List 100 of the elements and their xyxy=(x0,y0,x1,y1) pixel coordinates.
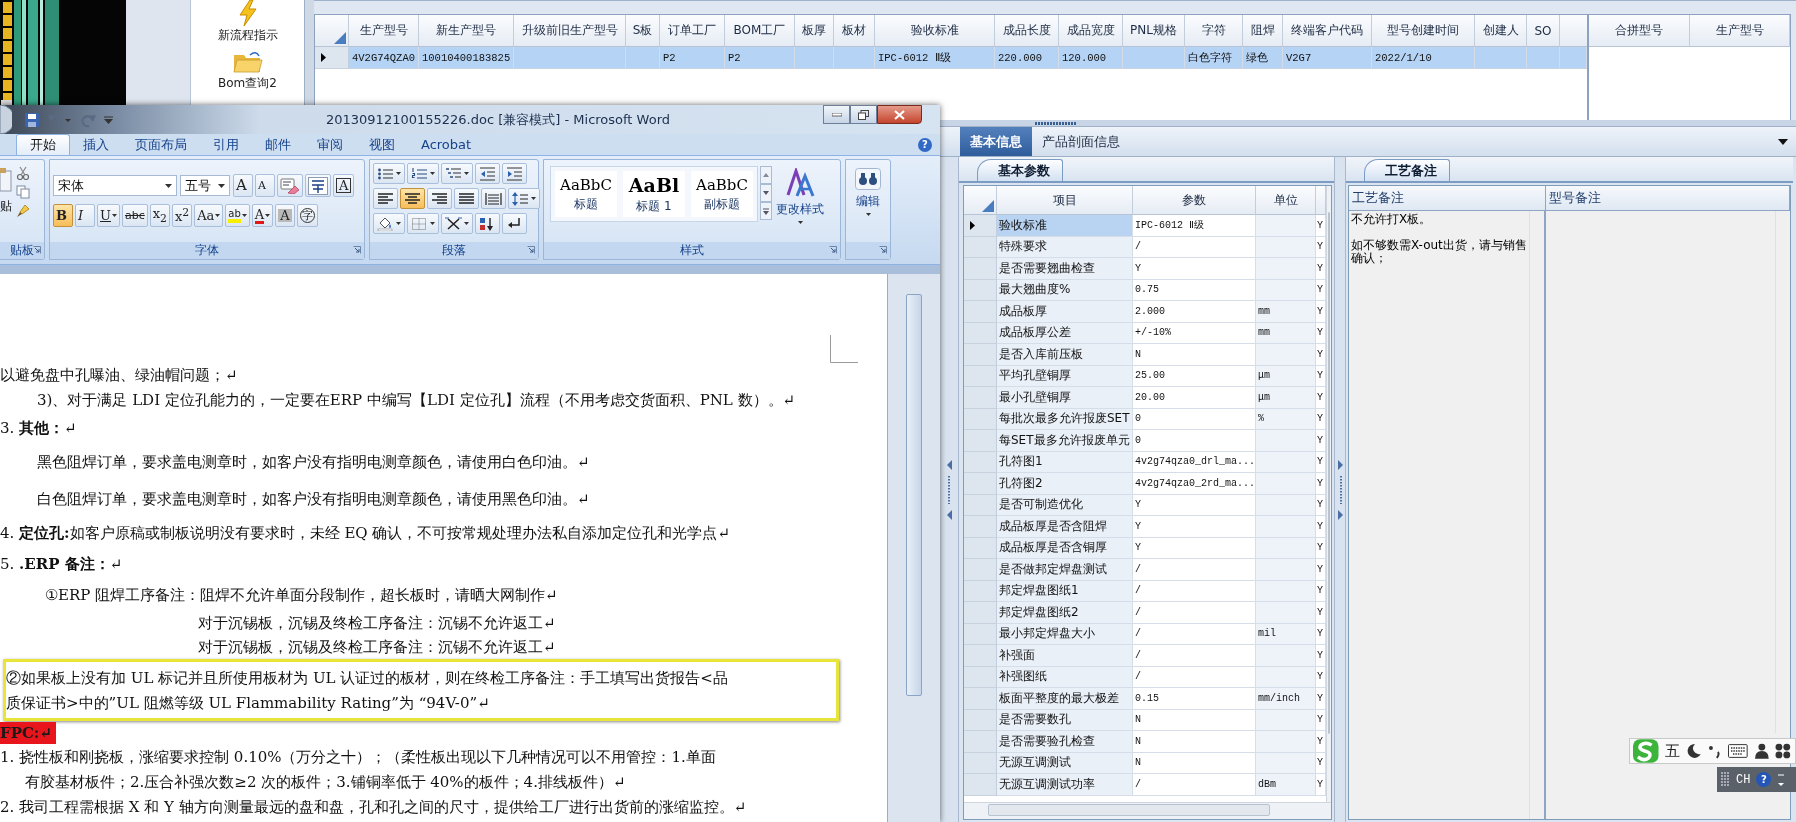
column-header[interactable]: 升级前旧生产型号 xyxy=(514,15,626,47)
column-header[interactable]: 合拼型号 xyxy=(1589,15,1690,47)
scissors-icon[interactable] xyxy=(16,166,30,180)
dialog-launcher-icon[interactable] xyxy=(829,246,837,254)
row-header[interactable] xyxy=(964,215,997,237)
ribbon-tab[interactable]: 邮件 xyxy=(252,134,304,155)
multilevel-list-button[interactable] xyxy=(441,163,473,184)
s-logo-icon[interactable] xyxy=(1632,738,1660,764)
clover-icon[interactable] xyxy=(1775,743,1791,759)
ribbon-tab[interactable]: 引用 xyxy=(200,134,252,155)
copy-icon[interactable] xyxy=(16,185,30,199)
input-mode-button[interactable]: 五 xyxy=(1665,741,1681,761)
ribbon-tab[interactable]: 插入 xyxy=(70,134,122,155)
column-header[interactable]: 新生产型号 xyxy=(419,15,514,47)
subscript-button[interactable]: x$_{2}$ xyxy=(149,204,170,227)
italic-button[interactable]: I xyxy=(75,204,95,227)
horizontal-scrollbar[interactable] xyxy=(964,802,1331,819)
asian-layout-button[interactable] xyxy=(441,213,473,234)
column-header[interactable]: 参数 xyxy=(1133,186,1256,215)
column-header[interactable]: BOM工厂 xyxy=(725,15,795,47)
justify-button[interactable] xyxy=(454,188,479,209)
dialog-launcher-icon[interactable] xyxy=(527,246,535,254)
column-header[interactable]: 生产型号 xyxy=(1690,15,1790,47)
enclose-character-button[interactable]: 字 xyxy=(297,204,319,227)
line-spacing-button[interactable] xyxy=(508,188,540,209)
column-header[interactable]: 终端客户代码 xyxy=(1283,15,1372,47)
paste-button[interactable]: 贴 xyxy=(0,160,12,242)
column-header[interactable]: S板 xyxy=(626,15,660,47)
scroll-down-icon[interactable] xyxy=(760,184,772,202)
column-header[interactable]: SO xyxy=(1527,15,1560,47)
numbered-list-button[interactable] xyxy=(407,163,439,184)
clear-format-button[interactable] xyxy=(277,174,303,197)
column-header[interactable]: 阻焊 xyxy=(1243,15,1283,47)
column-header[interactable]: 板材 xyxy=(834,15,875,47)
ribbon-tab[interactable]: 视图 xyxy=(356,134,408,155)
language-button[interactable]: CH xyxy=(1736,772,1751,787)
maximize-button[interactable] xyxy=(850,105,877,124)
more-icon[interactable] xyxy=(760,202,772,220)
shrink-font-button[interactable]: A xyxy=(255,174,275,197)
close-button[interactable] xyxy=(877,105,922,124)
align-center-button[interactable] xyxy=(400,188,425,209)
column-header[interactable]: 验收标准 xyxy=(875,15,995,47)
paragraph-mark-button[interactable] xyxy=(502,213,527,234)
nav-item[interactable]: Bom查询2 xyxy=(214,50,281,92)
help-button[interactable]: ? xyxy=(1756,772,1772,787)
column-header[interactable]: 创建人 xyxy=(1475,15,1527,47)
tab[interactable]: 工艺备注 xyxy=(1364,159,1450,181)
scroll-up-icon[interactable] xyxy=(760,166,772,184)
align-right-button[interactable] xyxy=(427,188,452,209)
tab[interactable]: 基本参数 xyxy=(977,159,1063,181)
office-button[interactable] xyxy=(0,105,12,134)
ribbon-tab[interactable]: 页面布局 xyxy=(122,134,200,155)
dialog-launcher-icon[interactable] xyxy=(33,246,41,254)
keyboard-icon[interactable] xyxy=(1727,744,1748,758)
column-header[interactable]: 订单工厂 xyxy=(660,15,725,47)
ribbon-tab[interactable]: Acrobat xyxy=(408,134,485,155)
align-left-button[interactable] xyxy=(373,188,398,209)
nav-item[interactable]: 新流程指示 xyxy=(213,0,282,44)
increase-indent-button[interactable] xyxy=(502,163,527,184)
style-item[interactable]: AaBl 标题 1 xyxy=(623,171,685,217)
help-button[interactable]: ? xyxy=(918,137,932,152)
ribbon-tab[interactable]: 开始 xyxy=(16,134,70,155)
column-header[interactable]: 成品宽度 xyxy=(1059,15,1123,47)
person-icon[interactable] xyxy=(1753,743,1770,759)
column-header[interactable]: 板厚 xyxy=(795,15,834,47)
highlight-button[interactable]: ab xyxy=(225,204,250,227)
dialog-launcher-icon[interactable] xyxy=(353,246,361,254)
sort-button[interactable] xyxy=(475,213,500,234)
font-name-field[interactable]: 宋体 xyxy=(53,175,177,196)
column-header[interactable]: 成品长度 xyxy=(995,15,1059,47)
grow-font-button[interactable]: A xyxy=(233,174,253,197)
tab[interactable]: 基本信息 xyxy=(960,127,1032,156)
vertical-scrollbar[interactable] xyxy=(887,274,940,822)
font-size-field[interactable]: 五号 xyxy=(180,175,230,196)
punctuation-icon[interactable] xyxy=(1708,743,1722,759)
vertical-scrollbar[interactable] xyxy=(1326,186,1331,802)
editing-button[interactable]: 编辑 xyxy=(853,166,883,242)
character-shading-button[interactable]: A xyxy=(275,204,296,227)
ribbon-tab[interactable]: 审阅 xyxy=(304,134,356,155)
bullet-list-button[interactable] xyxy=(373,163,405,184)
column-header[interactable]: 型号创建时间 xyxy=(1372,15,1475,47)
paint-bucket-button[interactable] xyxy=(373,213,405,234)
save-icon[interactable] xyxy=(24,111,40,128)
column-header[interactable]: 单位 xyxy=(1256,186,1316,215)
bold-button[interactable]: B xyxy=(53,204,73,227)
options-icon[interactable] xyxy=(1777,771,1786,788)
font-color-button[interactable]: A xyxy=(251,204,274,227)
column-header[interactable]: 生产型号 xyxy=(349,15,419,47)
column-header[interactable]: 字符 xyxy=(1185,15,1243,47)
minimize-button[interactable] xyxy=(823,105,850,124)
brush-icon[interactable] xyxy=(16,204,30,218)
change-case-button[interactable]: Aa xyxy=(194,204,224,227)
style-item[interactable]: AaBbC 标题 xyxy=(555,171,617,217)
note-area[interactable]: 不允许打X板。 如不够数需X-out出货，请与销售确认； xyxy=(1349,211,1546,819)
superscript-button[interactable]: x$^{2}$ xyxy=(172,204,193,227)
underline-button[interactable]: U xyxy=(97,204,120,227)
strikethrough-button[interactable]: abc xyxy=(121,204,148,227)
phonetic-guide-button[interactable] xyxy=(305,174,331,197)
change-styles-button[interactable]: 更改样式 xyxy=(774,166,826,226)
decrease-indent-button[interactable] xyxy=(475,163,500,184)
